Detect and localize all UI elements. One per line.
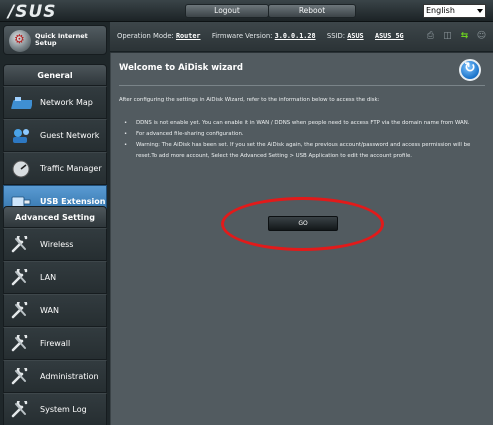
chevron-down-icon	[477, 9, 483, 13]
list-item: For advanced file-sharing configuration.	[119, 129, 479, 140]
status-icons: ⎙ ◫ ⇆ ☺	[425, 31, 487, 42]
firmware-link[interactable]: 3.0.0.1.28	[275, 32, 316, 40]
sidebar-item-label: Firewall	[40, 339, 71, 348]
usb-icon[interactable]: ⇆	[459, 31, 470, 42]
wrench-icon	[11, 368, 28, 385]
quick-setup-label: Quick Internet Setup	[35, 32, 88, 47]
ssid-link-1[interactable]: ASUS	[347, 32, 363, 40]
page-title: Welcome to AiDisk wizard	[119, 63, 243, 73]
quick-setup-icon	[9, 30, 31, 52]
language-select[interactable]: English	[423, 4, 486, 18]
sidebar-item-guest-network[interactable]: Guest Network	[3, 119, 107, 152]
divider	[119, 85, 485, 86]
info-list: DDNS is not enable yet. You can enable i…	[119, 118, 479, 162]
sidebar-item-lan[interactable]: LAN	[3, 261, 107, 294]
sidebar: Quick Internet Setup General Network Map…	[0, 22, 110, 425]
wrench-icon	[11, 302, 28, 319]
sidebar-item-wireless[interactable]: Wireless	[3, 228, 107, 261]
sidebar-item-administration[interactable]: Administration	[3, 360, 107, 393]
sidebar-item-label: Guest Network	[40, 131, 100, 140]
back-icon[interactable]	[459, 59, 481, 81]
sidebar-item-label: System Log	[40, 405, 87, 414]
sidebar-item-firewall[interactable]: Firewall	[3, 327, 107, 360]
wrench-icon	[11, 335, 28, 352]
ssid-label: SSID:	[326, 32, 346, 40]
list-item: DDNS is not enable yet. You can enable i…	[119, 118, 479, 129]
general-section-title: General	[3, 64, 107, 86]
firmware-label: Firmware Version:	[211, 32, 273, 40]
go-button[interactable]: GO	[268, 216, 338, 231]
reboot-button[interactable]: Reboot	[268, 4, 356, 18]
wrench-icon	[11, 236, 28, 253]
sidebar-item-label: Traffic Manager	[40, 164, 102, 173]
user-icon[interactable]: ☺	[476, 31, 487, 42]
wrench-icon	[11, 269, 28, 286]
advanced-section-title: Advanced Setting	[3, 206, 107, 228]
guest-network-icon	[13, 129, 29, 143]
router-icon[interactable]: ◫	[442, 31, 453, 42]
list-item: Warning: The AiDisk has been set. If you…	[119, 140, 479, 162]
wrench-icon	[11, 401, 28, 418]
sidebar-item-traffic-manager[interactable]: Traffic Manager	[3, 152, 107, 185]
intro-text: After configuring the settings in AiDisk…	[119, 97, 380, 103]
sidebar-item-label: Network Map	[40, 98, 93, 107]
main-content: Welcome to AiDisk wizard After configuri…	[110, 53, 493, 425]
sidebar-item-label: Administration	[40, 372, 99, 381]
asus-logo: /SUS	[8, 2, 57, 22]
sidebar-item-label: Wireless	[40, 240, 74, 249]
logout-button[interactable]: Logout	[185, 4, 269, 18]
network-map-icon	[11, 97, 32, 109]
sidebar-item-wan[interactable]: WAN	[3, 294, 107, 327]
ssid-link-2[interactable]: ASUS_5G	[375, 32, 404, 40]
sidebar-item-label: LAN	[40, 273, 57, 282]
printer-icon[interactable]: ⎙	[425, 31, 436, 42]
op-mode-label: Operation Mode:	[117, 32, 174, 40]
traffic-manager-icon	[12, 160, 30, 178]
op-mode-link[interactable]: Router	[176, 32, 201, 40]
quick-internet-setup-button[interactable]: Quick Internet Setup	[3, 25, 107, 55]
status-bar: Operation Mode: Router Firmware Version:…	[110, 22, 493, 52]
top-bar: /SUS Logout Reboot English	[0, 0, 493, 22]
status-line: Operation Mode: Router Firmware Version:…	[117, 32, 404, 40]
sidebar-item-label: WAN	[40, 306, 59, 315]
sidebar-item-system-log[interactable]: System Log	[3, 393, 107, 425]
language-value: English	[426, 6, 455, 15]
sidebar-item-network-map[interactable]: Network Map	[3, 86, 107, 119]
